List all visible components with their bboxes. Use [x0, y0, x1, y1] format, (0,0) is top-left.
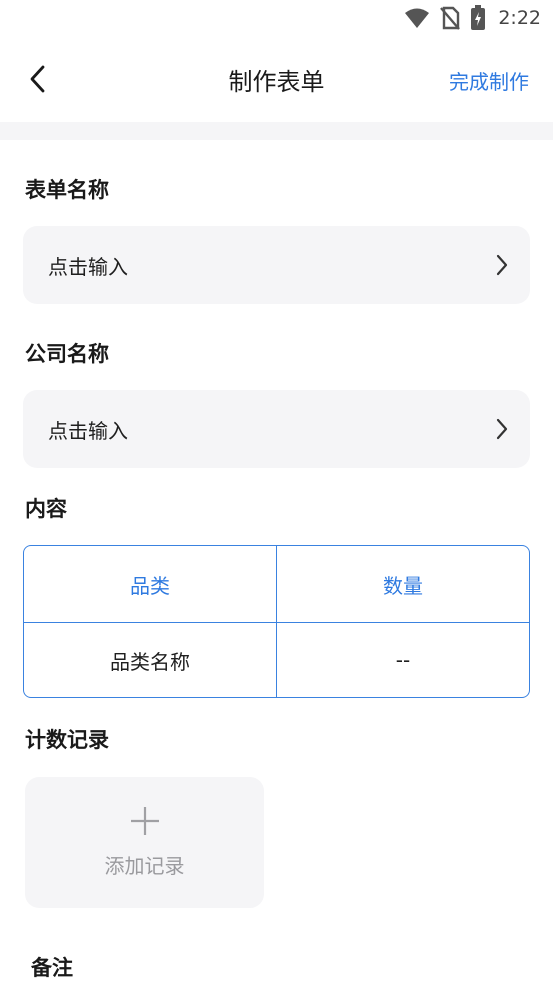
nav-bar: 制作表单 完成制作 — [0, 36, 553, 122]
column-header-category: 品类 — [130, 573, 170, 598]
form-name-field[interactable]: 点击输入 — [23, 226, 530, 304]
table-row[interactable]: 品类名称 -- — [24, 622, 529, 697]
wifi-icon — [404, 7, 430, 29]
form-name-label: 表单名称 — [25, 178, 109, 202]
column-header-quantity: 数量 — [276, 546, 529, 622]
company-name-placeholder: 点击输入 — [48, 418, 128, 443]
header-divider — [0, 122, 553, 140]
finish-button[interactable]: 完成制作 — [449, 66, 529, 95]
status-time: 2:22 — [498, 7, 541, 29]
remarks-label: 备注 — [31, 956, 73, 980]
form-name-placeholder: 点击输入 — [48, 254, 128, 279]
chevron-left-icon — [30, 65, 45, 93]
chevron-right-icon — [496, 254, 508, 276]
no-sim-icon — [440, 6, 461, 30]
back-button[interactable] — [22, 64, 52, 94]
quantity-cell[interactable]: -- — [276, 623, 529, 697]
page-title: 制作表单 — [228, 67, 325, 96]
category-name-cell[interactable]: 品类名称 — [24, 623, 276, 697]
battery-charging-icon — [470, 5, 486, 31]
content-table: 品类 数量 品类名称 -- — [23, 545, 530, 698]
plus-icon — [130, 807, 159, 835]
content-label: 内容 — [25, 497, 67, 521]
table-header-row: 品类 数量 — [24, 546, 529, 622]
add-record-button[interactable]: 添加记录 — [25, 777, 264, 908]
chevron-right-icon — [496, 418, 508, 440]
count-record-label: 计数记录 — [25, 728, 109, 752]
company-name-label: 公司名称 — [25, 342, 109, 366]
add-record-label: 添加记录 — [104, 854, 185, 878]
status-bar: 2:22 — [0, 0, 553, 36]
company-name-field[interactable]: 点击输入 — [23, 390, 530, 468]
